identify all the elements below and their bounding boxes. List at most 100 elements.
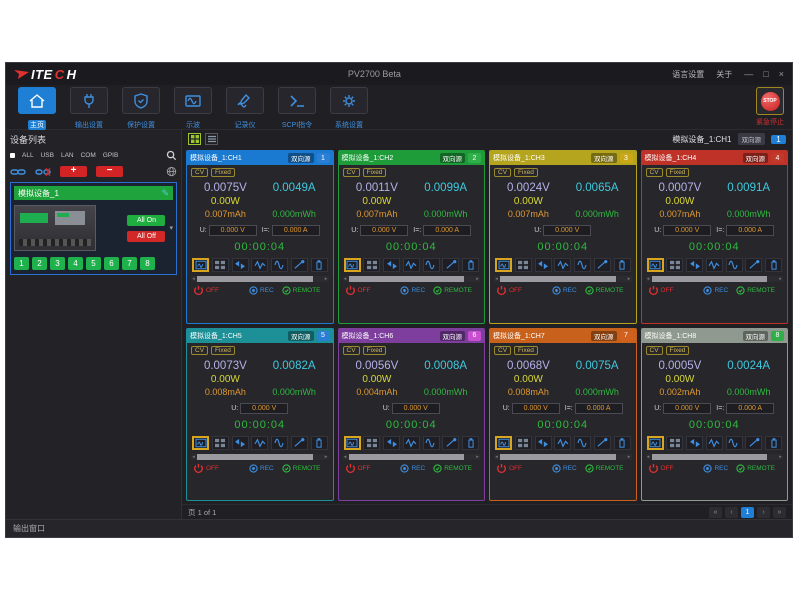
all-off-button[interactable]: All Off — [127, 231, 165, 242]
record-state[interactable]: REC — [400, 464, 425, 473]
slope-edit-button[interactable] — [442, 436, 459, 450]
filter-com[interactable]: COM — [81, 152, 96, 159]
voltage-set-input[interactable]: 0.000 V — [392, 403, 440, 414]
remote-state[interactable]: REMOTE — [736, 464, 775, 473]
channel-card[interactable]: 模拟设备_1:CH4 双向源 4 CV Fixed 0.0007V 0.0091… — [641, 150, 789, 324]
disconnect-link-icon[interactable] — [35, 167, 51, 177]
wave-export-button[interactable] — [706, 436, 723, 450]
voltage-set-input[interactable]: 0.000 V — [360, 225, 408, 236]
display-curve-button[interactable] — [647, 258, 664, 272]
card-scrollbar[interactable]: ◂ ▸ — [343, 454, 481, 460]
toolbar-recorder[interactable]: 记录仪 — [222, 87, 268, 132]
last-page-button[interactable]: » — [773, 507, 786, 518]
sine-wave-button[interactable] — [574, 436, 591, 450]
toolbar-protection-settings[interactable]: 保护设置 — [118, 87, 164, 132]
data-table-button[interactable] — [363, 436, 380, 450]
record-state[interactable]: REC — [249, 286, 274, 295]
channel-button-8[interactable]: 8 — [140, 257, 155, 270]
remote-state[interactable]: REMOTE — [585, 286, 624, 295]
channel-button-2[interactable]: 2 — [32, 257, 47, 270]
scrollbar-thumb[interactable] — [349, 276, 465, 282]
toolbar-scpi[interactable]: SCPI指令 — [274, 87, 320, 132]
scroll-left-icon[interactable]: ◂ — [343, 454, 348, 460]
menu-about[interactable]: 关于 — [716, 69, 732, 80]
channel-button-1[interactable]: 1 — [14, 257, 29, 270]
menu-language-settings[interactable]: 语言设置 — [672, 69, 704, 80]
scrollbar-thumb[interactable] — [197, 454, 313, 460]
globe-icon[interactable] — [166, 166, 177, 177]
scroll-left-icon[interactable]: ◂ — [191, 454, 196, 460]
voltage-set-input[interactable]: 0.000 V — [209, 225, 257, 236]
channel-card[interactable]: 模拟设备_1:CH5 双向源 5 CV Fixed 0.0073V 0.0082… — [186, 328, 334, 502]
first-page-button[interactable]: « — [709, 507, 722, 518]
battery-test-button[interactable] — [311, 436, 328, 450]
scrollbar-thumb[interactable] — [652, 454, 768, 460]
connect-link-icon[interactable] — [10, 167, 26, 177]
record-state[interactable]: REC — [703, 464, 728, 473]
slope-edit-button[interactable] — [594, 436, 611, 450]
transfer-button[interactable] — [686, 258, 703, 272]
wave-export-button[interactable] — [251, 436, 268, 450]
output-state[interactable]: OFF — [193, 463, 219, 474]
slope-edit-button[interactable] — [291, 436, 308, 450]
channel-button-6[interactable]: 6 — [104, 257, 119, 270]
filter-lan[interactable]: LAN — [61, 152, 74, 159]
sine-wave-button[interactable] — [726, 258, 743, 272]
wave-export-button[interactable] — [403, 258, 420, 272]
wave-export-button[interactable] — [554, 258, 571, 272]
wave-export-button[interactable] — [251, 258, 268, 272]
filter-usb[interactable]: USB — [41, 152, 54, 159]
output-state[interactable]: OFF — [496, 285, 522, 296]
output-state[interactable]: OFF — [648, 285, 674, 296]
add-device-button[interactable]: + — [60, 166, 87, 177]
scroll-right-icon[interactable]: ▸ — [324, 276, 329, 282]
voltage-set-input[interactable]: 0.000 V — [240, 403, 288, 414]
channel-card[interactable]: 模拟设备_1:CH8 双向源 8 CV Fixed 0.0005V 0.0024… — [641, 328, 789, 502]
toolbar-home[interactable]: 主页 — [14, 87, 60, 132]
card-scrollbar[interactable]: ◂ ▸ — [494, 276, 632, 282]
slope-edit-button[interactable] — [594, 258, 611, 272]
grid-view-button[interactable] — [188, 133, 201, 145]
list-view-button[interactable] — [205, 133, 218, 145]
data-table-button[interactable] — [363, 258, 380, 272]
output-state[interactable]: OFF — [345, 285, 371, 296]
slope-edit-button[interactable] — [442, 258, 459, 272]
toolbar-system-settings[interactable]: 系统设置 — [326, 87, 372, 132]
filter-all[interactable]: ALL — [22, 152, 34, 159]
scroll-left-icon[interactable]: ◂ — [646, 276, 651, 282]
current-set-input[interactable]: 0.000 A — [726, 403, 774, 414]
toolbar-oscilloscope[interactable]: 示波 — [170, 87, 216, 132]
close-button[interactable]: × — [779, 69, 784, 79]
scroll-left-icon[interactable]: ◂ — [646, 454, 651, 460]
card-scrollbar[interactable]: ◂ ▸ — [646, 276, 784, 282]
wave-export-button[interactable] — [554, 436, 571, 450]
channel-button-4[interactable]: 4 — [68, 257, 83, 270]
sine-wave-button[interactable] — [271, 436, 288, 450]
channel-card[interactable]: 模拟设备_1:CH2 双向源 2 CV Fixed 0.0011V 0.0099… — [338, 150, 486, 324]
sine-wave-button[interactable] — [271, 258, 288, 272]
scroll-left-icon[interactable]: ◂ — [191, 276, 196, 282]
data-table-button[interactable] — [666, 258, 683, 272]
record-state[interactable]: REC — [552, 464, 577, 473]
chevron-down-icon[interactable]: ▾ — [169, 224, 173, 232]
card-scrollbar[interactable]: ◂ ▸ — [343, 276, 481, 282]
scroll-right-icon[interactable]: ▸ — [627, 454, 632, 460]
sine-wave-button[interactable] — [574, 258, 591, 272]
display-curve-button[interactable] — [344, 258, 361, 272]
battery-test-button[interactable] — [462, 258, 479, 272]
data-table-button[interactable] — [515, 258, 532, 272]
channel-card[interactable]: 模拟设备_1:CH7 双向源 7 CV Fixed 0.0068V 0.0075… — [489, 328, 637, 502]
card-scrollbar[interactable]: ◂ ▸ — [646, 454, 784, 460]
data-table-button[interactable] — [515, 436, 532, 450]
scroll-right-icon[interactable]: ▸ — [778, 276, 783, 282]
output-state[interactable]: OFF — [648, 463, 674, 474]
battery-test-button[interactable] — [462, 436, 479, 450]
transfer-button[interactable] — [535, 436, 552, 450]
battery-test-button[interactable] — [311, 258, 328, 272]
channel-card[interactable]: 模拟设备_1:CH1 双向源 1 CV Fixed 0.0075V 0.0049… — [186, 150, 334, 324]
data-table-button[interactable] — [212, 258, 229, 272]
remote-state[interactable]: REMOTE — [433, 286, 472, 295]
remote-state[interactable]: REMOTE — [433, 464, 472, 473]
remote-state[interactable]: REMOTE — [282, 464, 321, 473]
scroll-left-icon[interactable]: ◂ — [494, 276, 499, 282]
